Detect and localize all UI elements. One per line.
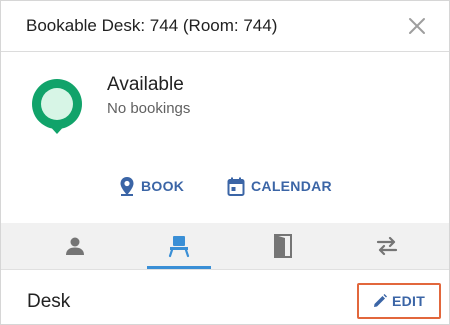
tab-room[interactable]	[227, 223, 339, 269]
location-pin-icon	[120, 177, 134, 196]
close-button[interactable]	[405, 14, 429, 38]
dialog-header: Bookable Desk: 744 (Room: 744)	[1, 1, 449, 52]
dialog-title: Bookable Desk: 744 (Room: 744)	[26, 16, 278, 35]
section-title: Desk	[27, 291, 71, 312]
status-pin-icon	[28, 79, 86, 137]
close-icon	[409, 18, 425, 34]
booking-summary: No bookings	[107, 100, 191, 117]
swap-arrows-icon	[376, 236, 398, 256]
tab-transfer[interactable]	[331, 223, 443, 269]
edit-label: EDIT	[391, 293, 426, 309]
desk-details-panel: Bookable Desk: 744 (Room: 744) Available…	[0, 0, 450, 325]
desk-chair-icon	[168, 236, 190, 258]
tab-person[interactable]	[19, 223, 131, 269]
pencil-icon	[373, 294, 387, 307]
details-tab-bar	[1, 223, 449, 270]
book-button[interactable]: BOOK	[119, 174, 184, 198]
person-icon	[66, 237, 84, 255]
calendar-icon	[227, 177, 245, 196]
calendar-label: CALENDAR	[251, 178, 332, 194]
availability-section: Available No bookings BOOK CALENDAR	[1, 52, 449, 222]
tab-desk[interactable]	[123, 223, 235, 269]
door-icon	[274, 234, 292, 258]
active-tab-indicator	[147, 266, 211, 269]
edit-button[interactable]: EDIT	[357, 283, 441, 319]
calendar-button[interactable]: CALENDAR	[227, 174, 332, 198]
book-label: BOOK	[141, 178, 185, 194]
status-label: Available	[107, 74, 184, 95]
